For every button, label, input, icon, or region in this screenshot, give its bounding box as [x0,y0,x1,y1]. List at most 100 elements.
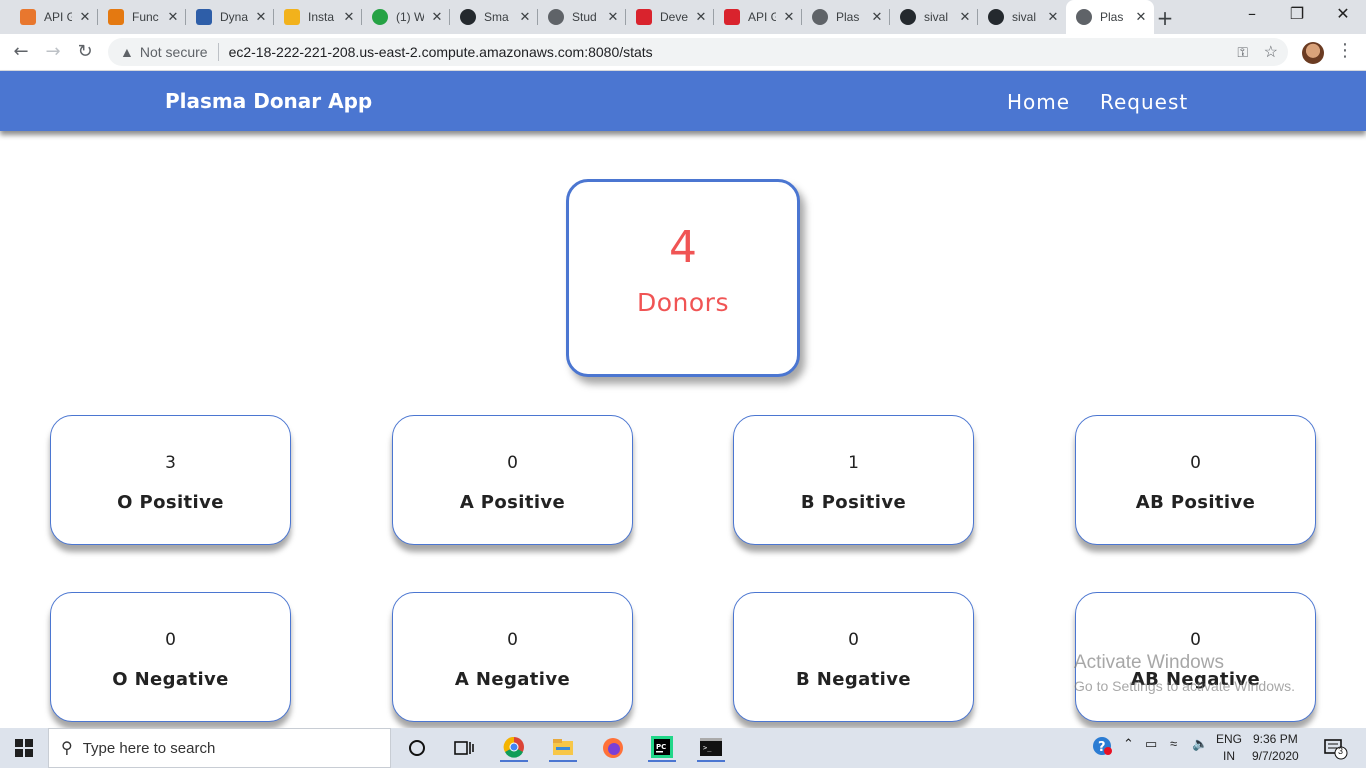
close-tab-icon[interactable]: ✕ [958,10,972,25]
globe-icon [548,9,564,25]
wifi-icon[interactable]: ≈ [1170,736,1177,751]
browser-tab-strip: API G ✕ Func ✕ Dyna ✕ Insta ✕ (1) W ✕ Sma ✕ Stud ✕ Dev… [0,0,1366,34]
close-window-button[interactable]: ✕ [1328,4,1358,23]
close-tab-icon[interactable]: ✕ [166,10,180,25]
blood-group-card-b-negative: 0 B Negative [733,592,974,722]
warning-icon: ▲ [120,44,134,60]
start-button[interactable] [0,728,48,768]
browser-tab[interactable]: Plas ✕ [1066,0,1154,34]
browser-tab[interactable]: Stud ✕ [538,0,626,34]
close-tab-icon[interactable]: ✕ [518,10,532,25]
browser-tab-title: API G [748,10,776,24]
blood-group-label: A Negative [454,669,571,690]
blood-group-card-o-positive: 3 O Positive [50,415,291,545]
browser-tab-title: Plas [1100,10,1124,24]
key-icon[interactable]: ⚿ [1237,44,1248,61]
total-donors-count: 4 [669,222,697,273]
browser-tab-title: Plas [836,10,860,24]
browser-tab[interactable]: sival ✕ [890,0,978,34]
close-tab-icon[interactable]: ✕ [606,10,620,25]
pycharm-icon[interactable]: PC [648,734,676,762]
address-bar[interactable]: ▲ Not secure ec2-18-222-221-208.us-east-… [108,38,1288,66]
close-tab-icon[interactable]: ✕ [254,10,268,25]
close-tab-icon[interactable]: ✕ [870,10,884,25]
nav-home-link[interactable]: Home [1007,90,1070,114]
taskbar-search-box[interactable]: ⚲ Type here to search [48,728,391,768]
close-tab-icon[interactable]: ✕ [78,10,92,25]
input-language-indicator[interactable]: ENG IN [1216,731,1242,765]
devpost-icon [724,9,740,25]
new-tab-button[interactable]: + [1155,6,1175,30]
browser-tab[interactable]: API G ✕ [714,0,802,34]
url-text[interactable]: ec2-18-222-221-208.us-east-2.compute.ama… [229,44,653,60]
security-label[interactable]: Not secure [140,44,208,60]
close-tab-icon[interactable]: ✕ [342,10,356,25]
browser-toolbar: ← → ↻ ▲ Not secure ec2-18-222-221-208.us… [0,34,1366,71]
browser-tab-title: Func [132,10,159,24]
firefox-icon[interactable] [599,734,627,762]
blood-group-count: 0 [507,630,518,650]
blood-group-card-ab-positive: 0 AB Positive [1075,415,1316,545]
task-view-icon[interactable] [450,734,478,762]
clock-time: 9:36 PM [1253,732,1298,746]
browser-tab[interactable]: Insta ✕ [274,0,362,34]
close-tab-icon[interactable]: ✕ [1134,10,1148,25]
region-code: IN [1223,749,1235,763]
close-tab-icon[interactable]: ✕ [1046,10,1060,25]
blood-group-count: 0 [1190,453,1201,473]
taskbar-clock[interactable]: 9:36 PM 9/7/2020 [1252,731,1299,765]
nav-request-link[interactable]: Request [1100,90,1188,114]
volume-muted-icon[interactable]: 🔈 [1192,736,1208,752]
blood-group-label: O Negative [112,669,229,690]
browser-tab[interactable]: API G ✕ [10,0,98,34]
bookmark-star-icon[interactable]: ☆ [1264,42,1278,62]
whatsapp-icon [372,9,388,25]
devpost-icon [636,9,652,25]
total-donors-label: Donors [637,288,729,317]
browser-tab[interactable]: Func ✕ [98,0,186,34]
browser-tab[interactable]: (1) W ✕ [362,0,450,34]
profile-avatar[interactable] [1302,42,1324,64]
aws-lambda-icon [108,9,124,25]
browser-tab-title: (1) W [396,10,424,24]
globe-icon [1076,9,1092,25]
svg-text:>_: >_ [703,744,712,752]
close-tab-icon[interactable]: ✕ [430,10,444,25]
browser-tab[interactable]: sival ✕ [978,0,1066,34]
minimize-button[interactable]: – [1237,4,1267,23]
help-icon[interactable]: ? [1092,736,1112,759]
show-hidden-icons-chevron-icon[interactable]: ⌃ [1123,736,1134,752]
forward-button[interactable]: → [41,41,65,65]
search-icon: ⚲ [61,740,73,757]
blood-group-count: 0 [848,630,859,650]
battery-icon[interactable]: ▭ [1145,736,1157,752]
back-button[interactable]: ← [9,41,33,65]
file-explorer-icon[interactable] [549,734,577,762]
blood-group-label: AB Positive [1135,492,1256,513]
browser-tab[interactable]: Sma ✕ [450,0,538,34]
chrome-taskbar-icon[interactable] [500,734,528,762]
blood-group-count: 0 [507,453,518,473]
taskbar-search-placeholder: Type here to search [82,739,216,757]
reload-button[interactable]: ↻ [73,41,97,65]
notification-center-icon[interactable]: 3 [1324,738,1348,763]
browser-tab[interactable]: Dyna ✕ [186,0,274,34]
app-brand[interactable]: Plasma Donar App [165,89,372,113]
maximize-button[interactable]: ❐ [1282,4,1312,23]
aws-ec2-icon [284,9,300,25]
close-tab-icon[interactable]: ✕ [694,10,708,25]
github-icon [460,9,476,25]
browser-menu-icon[interactable]: ⋮ [1336,40,1354,61]
blood-group-label: A Positive [459,492,566,513]
blood-group-label: O Positive [117,492,224,513]
terminal-icon[interactable]: >_ [697,734,725,762]
blood-group-count: 0 [165,630,176,650]
browser-tab[interactable]: Plas ✕ [802,0,890,34]
browser-tab[interactable]: Deve ✕ [626,0,714,34]
blood-group-card-a-negative: 0 A Negative [392,592,633,722]
cortana-icon[interactable] [403,734,431,762]
activate-windows-watermark: Activate Windows Go to Settings to activ… [1074,652,1295,694]
browser-tab-title: Sma [484,10,509,24]
close-tab-icon[interactable]: ✕ [782,10,796,25]
github-icon [988,9,1004,25]
